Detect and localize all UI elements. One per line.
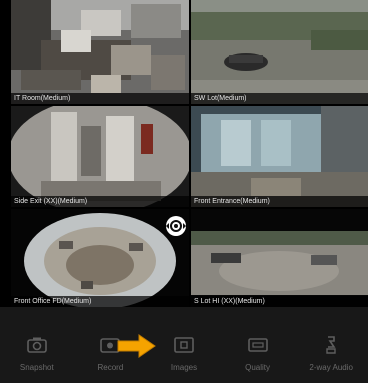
snapshot-button[interactable]: Snapshot	[7, 335, 67, 372]
camera-label: IT Room(Medium)	[11, 93, 189, 104]
camera-label: Front Entrance(Medium)	[191, 196, 368, 207]
camera-feed-s-lot	[191, 209, 368, 307]
two-way-audio-label: 2-way Audio	[309, 363, 353, 372]
camera-grid: IT Room(Medium) SW Lot(Medium) Side Exit…	[0, 0, 368, 307]
snapshot-label: Snapshot	[19, 363, 54, 372]
camera-tile-sw-lot[interactable]: SW Lot(Medium)	[191, 0, 368, 104]
camera-feed-front-entrance	[191, 106, 368, 207]
images-icon	[171, 335, 197, 355]
camera-feed-side-exit	[11, 106, 189, 207]
camera-feed-sw-lot	[191, 0, 368, 104]
two-way-audio-button[interactable]: 2-way Audio	[301, 335, 361, 372]
bottom-toolbar: Snapshot Record Images Quality 2-way Aud…	[0, 307, 368, 383]
camera-label: SW Lot(Medium)	[191, 93, 368, 104]
pointer-arrow-icon	[117, 334, 156, 358]
camera-tile-front-office[interactable]: Front Office FD(Medium)	[11, 209, 189, 307]
camera-tile-it-room[interactable]: IT Room(Medium)	[11, 0, 189, 104]
quality-label: Quality	[245, 363, 271, 372]
quality-icon	[245, 335, 271, 355]
camera-feed-front-office	[11, 209, 189, 307]
camera-icon	[24, 335, 50, 355]
images-label: Images	[170, 363, 198, 372]
record-label: Record	[97, 363, 124, 372]
camera-tile-front-entrance[interactable]: Front Entrance(Medium)	[191, 106, 368, 207]
camera-label: S Lot HI (XX)(Medium)	[191, 296, 368, 307]
camera-tile-side-exit[interactable]: Side Exit (XX)(Medium)	[11, 106, 189, 207]
quality-button[interactable]: Quality	[228, 335, 288, 372]
audio-icon	[318, 335, 344, 355]
camera-label: Side Exit (XX)(Medium)	[11, 196, 189, 207]
camera-feed-it-room	[11, 0, 189, 104]
images-button[interactable]: Images	[154, 335, 214, 372]
camera-label: Front Office FD(Medium)	[11, 296, 189, 307]
camera-tile-s-lot[interactable]: S Lot HI (XX)(Medium)	[191, 209, 368, 307]
fisheye-dewarp-icon[interactable]	[165, 215, 187, 237]
